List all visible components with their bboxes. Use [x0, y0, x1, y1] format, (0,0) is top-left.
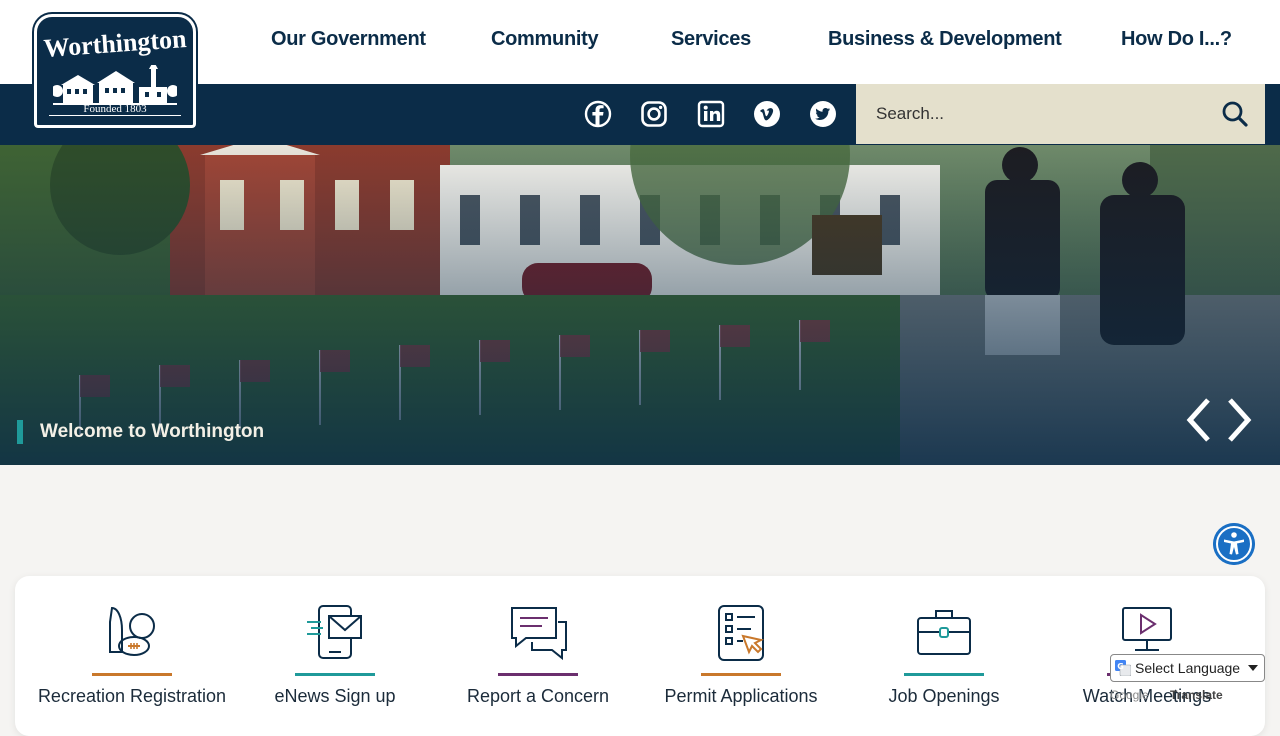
language-select-label: Select Language: [1135, 660, 1241, 676]
enews-icon: [307, 605, 362, 659]
search-input[interactable]: [856, 84, 1216, 144]
nav-community[interactable]: Community: [491, 28, 599, 51]
card-label: Recreation Registration: [37, 686, 227, 706]
hero-caption: Welcome to Worthington: [40, 421, 265, 442]
card-label: eNews Sign up: [274, 686, 396, 706]
nav-how-do-i[interactable]: How Do I...?: [1121, 28, 1232, 51]
linkedin-icon[interactable]: [697, 100, 725, 128]
briefcase-icon: [917, 610, 971, 655]
translate-label: Translate: [1170, 688, 1223, 702]
card-accent-line: [92, 673, 172, 676]
card-accent-line: [498, 673, 578, 676]
instagram-icon[interactable]: [640, 100, 668, 128]
logo-founded: Founded 1803: [83, 103, 147, 115]
google-translate-icon: G: [1115, 660, 1131, 676]
card-accent-line: [904, 673, 984, 676]
quick-link-recreation-registration[interactable]: Recreation Registration: [32, 576, 232, 726]
twitter-icon[interactable]: [809, 100, 837, 128]
main-nav: Our Government Community Services Busine…: [230, 0, 1280, 84]
site-logo[interactable]: Worthington Founded 1803: [34, 14, 196, 128]
card-accent-line: [295, 673, 375, 676]
quick-link-permit-applications[interactable]: Permit Applications: [641, 576, 841, 726]
logo-wordmark: Worthington: [42, 24, 188, 63]
google-translate-widget: G Select Language Google Translate: [1110, 654, 1266, 710]
quick-link-report-a-concern[interactable]: Report a Concern: [438, 576, 638, 726]
card-label: Job Openings: [888, 686, 1000, 706]
recreation-icon: [109, 606, 155, 656]
search-box: [856, 84, 1265, 144]
quick-links-panel: Recreation Registration eNews Sign up Re…: [15, 576, 1265, 736]
card-accent-line: [701, 673, 781, 676]
previous-slide-icon[interactable]: [1180, 396, 1216, 444]
logo-village-illustration: [53, 65, 177, 105]
hero-slideshow: [0, 145, 1280, 465]
card-label: Permit Applications: [664, 686, 818, 706]
nav-our-government[interactable]: Our Government: [271, 28, 426, 51]
card-label: Report a Concern: [466, 686, 610, 706]
nav-business-development[interactable]: Business & Development: [828, 28, 1062, 51]
hero-caption-accent: [17, 420, 23, 444]
nav-services[interactable]: Services: [671, 28, 751, 51]
svg-text:G: G: [1117, 662, 1124, 671]
quick-link-enews-sign-up[interactable]: eNews Sign up: [235, 576, 435, 726]
quick-link-job-openings[interactable]: Job Openings: [844, 576, 1044, 726]
search-icon[interactable]: [1221, 100, 1249, 128]
facebook-icon[interactable]: [584, 100, 612, 128]
vimeo-icon[interactable]: [753, 100, 781, 128]
chevron-down-icon: [1248, 665, 1258, 671]
accessibility-icon[interactable]: [1213, 523, 1255, 565]
logo-rule: [49, 115, 181, 116]
powered-by-google: Google: [1110, 688, 1149, 702]
language-select[interactable]: G Select Language: [1110, 654, 1265, 682]
report-concern-icon: [511, 607, 567, 661]
permit-icon: [718, 605, 764, 661]
next-slide-icon[interactable]: [1222, 396, 1258, 444]
hero-image: [0, 145, 1280, 465]
